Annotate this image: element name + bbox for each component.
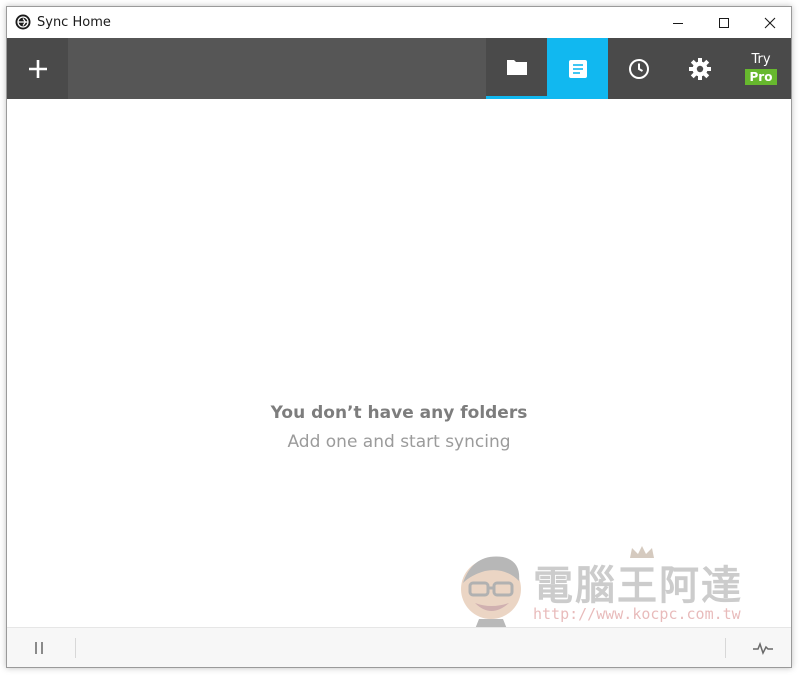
tab-history[interactable] [608, 38, 669, 99]
status-separator-left [75, 638, 76, 658]
try-label: Try [751, 52, 771, 67]
mascot-face-icon [461, 556, 521, 629]
status-bar [7, 627, 791, 667]
window-title: Sync Home [37, 15, 111, 30]
tab-folders[interactable] [486, 38, 547, 99]
title-bar: Sync Home [7, 7, 791, 38]
tab-files[interactable] [547, 38, 608, 99]
watermark-url: http://www.kocpc.com.tw [533, 605, 741, 623]
activity-icon [753, 641, 773, 655]
toolbar: Try Pro [7, 38, 791, 99]
app-window: Sync Home Try Pro You don’t have any fol… [6, 6, 792, 668]
gear-icon [688, 57, 711, 80]
empty-state-subtitle: Add one and start syncing [287, 432, 511, 452]
tab-settings[interactable] [669, 38, 730, 99]
minimize-icon [673, 22, 683, 24]
pause-sync-button[interactable] [21, 636, 57, 660]
empty-state-title: You don’t have any folders [270, 403, 528, 423]
app-logo-icon [15, 14, 31, 30]
main-content: You don’t have any folders Add one and s… [7, 99, 791, 629]
watermark: 電腦王阿達 http://www.kocpc.com.tw [453, 546, 753, 629]
close-icon [764, 17, 776, 28]
pause-icon [35, 642, 43, 654]
document-icon [568, 59, 587, 78]
maximize-icon [719, 17, 729, 28]
activity-button[interactable] [745, 636, 781, 660]
minimize-button[interactable] [655, 7, 701, 38]
clock-icon [628, 58, 649, 79]
watermark-text: 電腦王阿達 [533, 563, 743, 609]
status-separator-right [725, 638, 726, 658]
close-button[interactable] [747, 7, 791, 38]
add-folder-button[interactable] [7, 38, 68, 99]
folder-icon [506, 60, 527, 75]
maximize-button[interactable] [701, 7, 747, 38]
try-pro-button[interactable]: Try Pro [730, 38, 791, 99]
plus-icon [28, 59, 47, 78]
pro-badge: Pro [744, 69, 778, 85]
